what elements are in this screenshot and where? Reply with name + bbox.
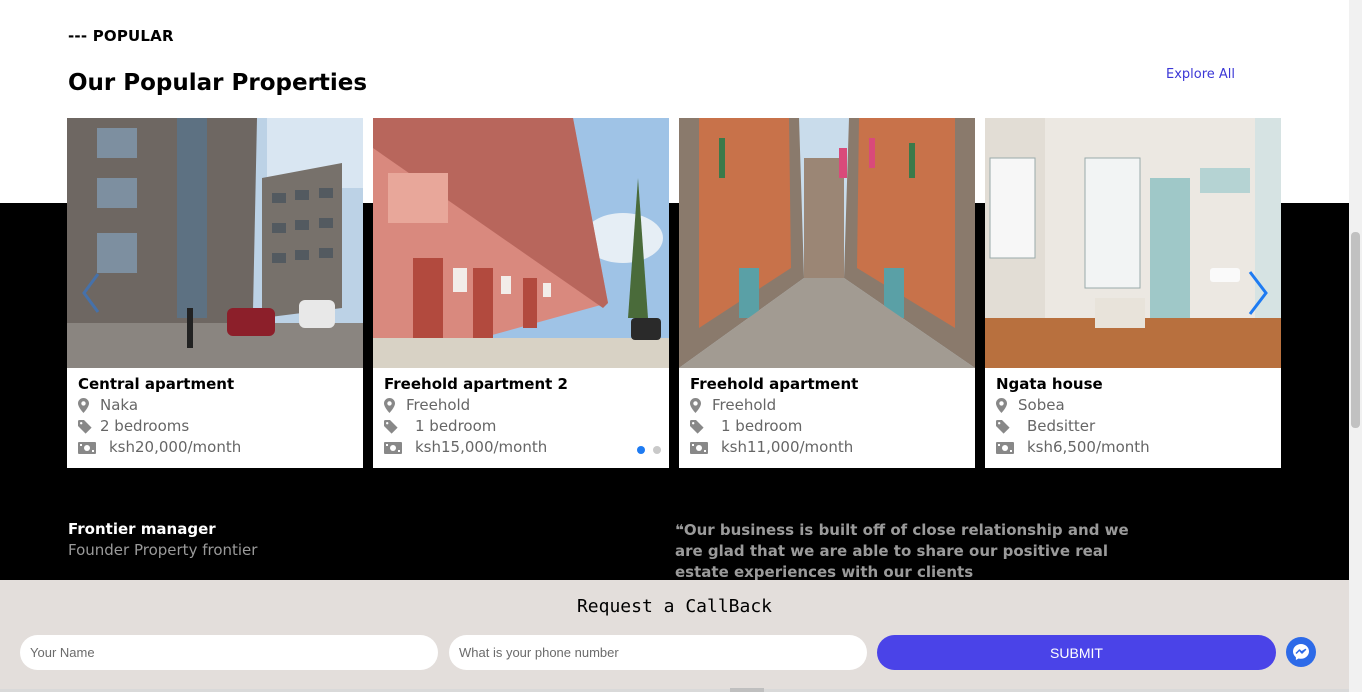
scrollbar-thumb[interactable] <box>1351 232 1360 428</box>
property-card[interactable]: Freehold apartment 2 Freehold 1 bedroom … <box>373 118 669 468</box>
property-size: 2 bedrooms <box>100 417 190 435</box>
property-card[interactable]: Ngata house Sobea Bedsitter ksh6,500/mon… <box>985 118 1281 468</box>
messenger-button[interactable] <box>1286 637 1316 667</box>
tag-icon <box>690 419 721 434</box>
property-name: Ngata house <box>996 375 1103 393</box>
testimonial-quote-block: ❝Our business is built off of close rela… <box>675 520 1145 583</box>
tag-icon <box>996 419 1027 434</box>
carousel-prev-button[interactable] <box>76 268 106 318</box>
property-location: Sobea <box>1018 396 1065 414</box>
money-icon <box>690 441 721 454</box>
section-kicker: --- POPULAR <box>68 27 174 45</box>
property-photo <box>67 118 363 368</box>
property-photo <box>679 118 975 368</box>
money-icon <box>78 441 109 454</box>
chevron-left-icon <box>82 273 100 313</box>
carousel-dot[interactable] <box>637 446 645 454</box>
property-name: Freehold apartment 2 <box>384 375 568 393</box>
explore-all-link[interactable]: Explore All <box>1166 67 1235 82</box>
property-location: Freehold <box>406 396 471 414</box>
property-name: Freehold apartment <box>690 375 859 393</box>
tag-icon <box>78 419 100 434</box>
carousel-next-button[interactable] <box>1244 268 1274 318</box>
property-size: Bedsitter <box>1027 417 1096 435</box>
property-price: ksh20,000/month <box>109 438 242 456</box>
money-icon <box>384 441 415 454</box>
submit-button[interactable]: SUBMIT <box>877 635 1276 670</box>
testimonial-author: Frontier manager <box>68 520 216 538</box>
property-location: Naka <box>100 396 139 414</box>
property-card[interactable]: Freehold apartment Freehold 1 bedroom ks… <box>679 118 975 468</box>
page-scrollbar[interactable] <box>1349 0 1362 692</box>
testimonial-role: Founder Property frontier <box>68 541 258 559</box>
property-size: 1 bedroom <box>415 417 497 435</box>
property-price: ksh15,000/month <box>415 438 548 456</box>
messenger-icon <box>1293 644 1309 660</box>
map-marker-icon <box>690 398 712 413</box>
property-price: ksh6,500/month <box>1027 438 1150 456</box>
testimonial-quote: Our business is built off of close relat… <box>675 521 1129 581</box>
tag-icon <box>384 419 415 434</box>
phone-input[interactable] <box>449 635 867 670</box>
map-marker-icon <box>996 398 1018 413</box>
quote-icon: ❝ <box>675 521 684 539</box>
property-location: Freehold <box>712 396 777 414</box>
callback-bar: Request a CallBack SUBMIT <box>0 580 1349 692</box>
property-photo <box>985 118 1281 368</box>
property-size: 1 bedroom <box>721 417 803 435</box>
property-price: ksh11,000/month <box>721 438 854 456</box>
chevron-right-icon <box>1248 271 1268 315</box>
map-marker-icon <box>78 398 100 413</box>
money-icon <box>996 441 1027 454</box>
property-name: Central apartment <box>78 375 235 393</box>
property-photo <box>373 118 669 368</box>
bottom-handle <box>730 688 764 692</box>
name-input[interactable] <box>20 635 438 670</box>
property-card[interactable]: Central apartment Naka 2 bedrooms ksh20,… <box>67 118 363 468</box>
map-marker-icon <box>384 398 406 413</box>
carousel-pagination <box>637 446 661 454</box>
callback-title: Request a CallBack <box>576 596 773 617</box>
carousel-dot[interactable] <box>653 446 661 454</box>
section-title: Our Popular Properties <box>68 70 368 96</box>
